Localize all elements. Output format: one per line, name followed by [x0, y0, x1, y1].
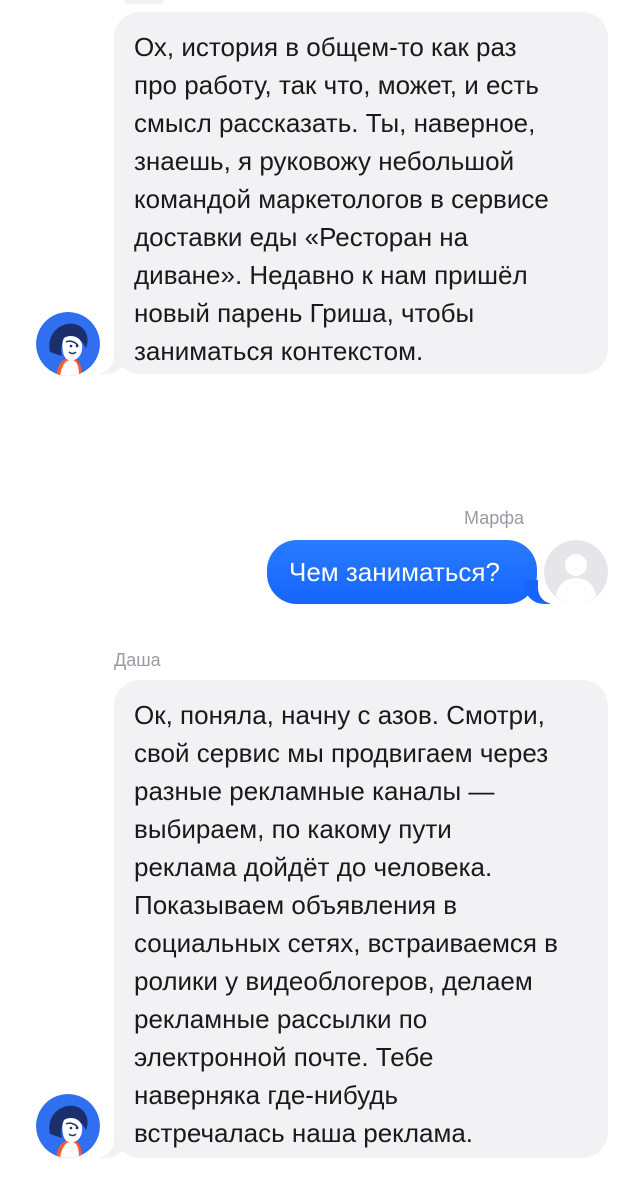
message-line: выбираем, по какому пути	[134, 814, 452, 844]
sender-name: Марфа	[464, 508, 525, 528]
message-line: знаешь, я руковожу небольшой	[134, 146, 515, 176]
message-line: смысл рассказать. Ты, наверное,	[134, 108, 536, 138]
message-line: электронной почте. Тебе	[134, 1042, 434, 1072]
message-bubble-incoming: Ок, поняла, начну с азов. Смотри, свой с…	[114, 680, 608, 1158]
assistant-avatar-icon[interactable]	[36, 312, 100, 376]
message-line: про работу, так что, может, и есть	[134, 70, 539, 100]
message-line: Ок, поняла, начну с азов. Смотри,	[134, 700, 545, 730]
message-line: ролики у видеоблогеров, делаем	[134, 966, 533, 996]
message-line: диване». Недавно к нам пришёл	[134, 260, 528, 290]
message-line: встречалась наша реклама.	[134, 1118, 474, 1148]
message-line: наверняка где-нибудь	[134, 1080, 398, 1110]
message-line: доставки еды «Ресторан на	[134, 222, 469, 252]
message-line: реклама дойдёт до человека.	[134, 852, 493, 882]
message-line: заниматься контекстом.	[134, 336, 424, 366]
message-line: командой маркетологов в сервисе	[134, 184, 549, 214]
assistant-avatar-icon[interactable]	[36, 1094, 100, 1158]
message-line: разные рекламные каналы —	[134, 776, 495, 806]
message-line: новый парень Гриша, чтобы	[134, 298, 475, 328]
message-bubble-outgoing: Чем заниматься?	[267, 540, 537, 604]
message-line: Показываем объявления в	[134, 890, 458, 920]
message-line: Чем заниматься?	[289, 557, 500, 587]
chat-thread: Ох, история в общем-то как раз про работ…	[0, 0, 644, 1200]
message-bubble-incoming: Ох, история в общем-то как раз про работ…	[114, 12, 608, 374]
message-line: Ох, история в общем-то как раз	[134, 32, 517, 62]
user-placeholder-icon[interactable]	[544, 540, 608, 604]
previous-message-edge	[124, 0, 164, 4]
bubble-tail	[86, 1132, 128, 1158]
sender-name: Даша	[114, 650, 161, 670]
bubble-tail	[86, 348, 128, 374]
message-line: свой сервис мы продвигаем через	[134, 738, 549, 768]
message-line: рекламные рассылки по	[134, 1004, 428, 1034]
message-line: социальных сетях, встраиваемся в	[134, 928, 558, 958]
